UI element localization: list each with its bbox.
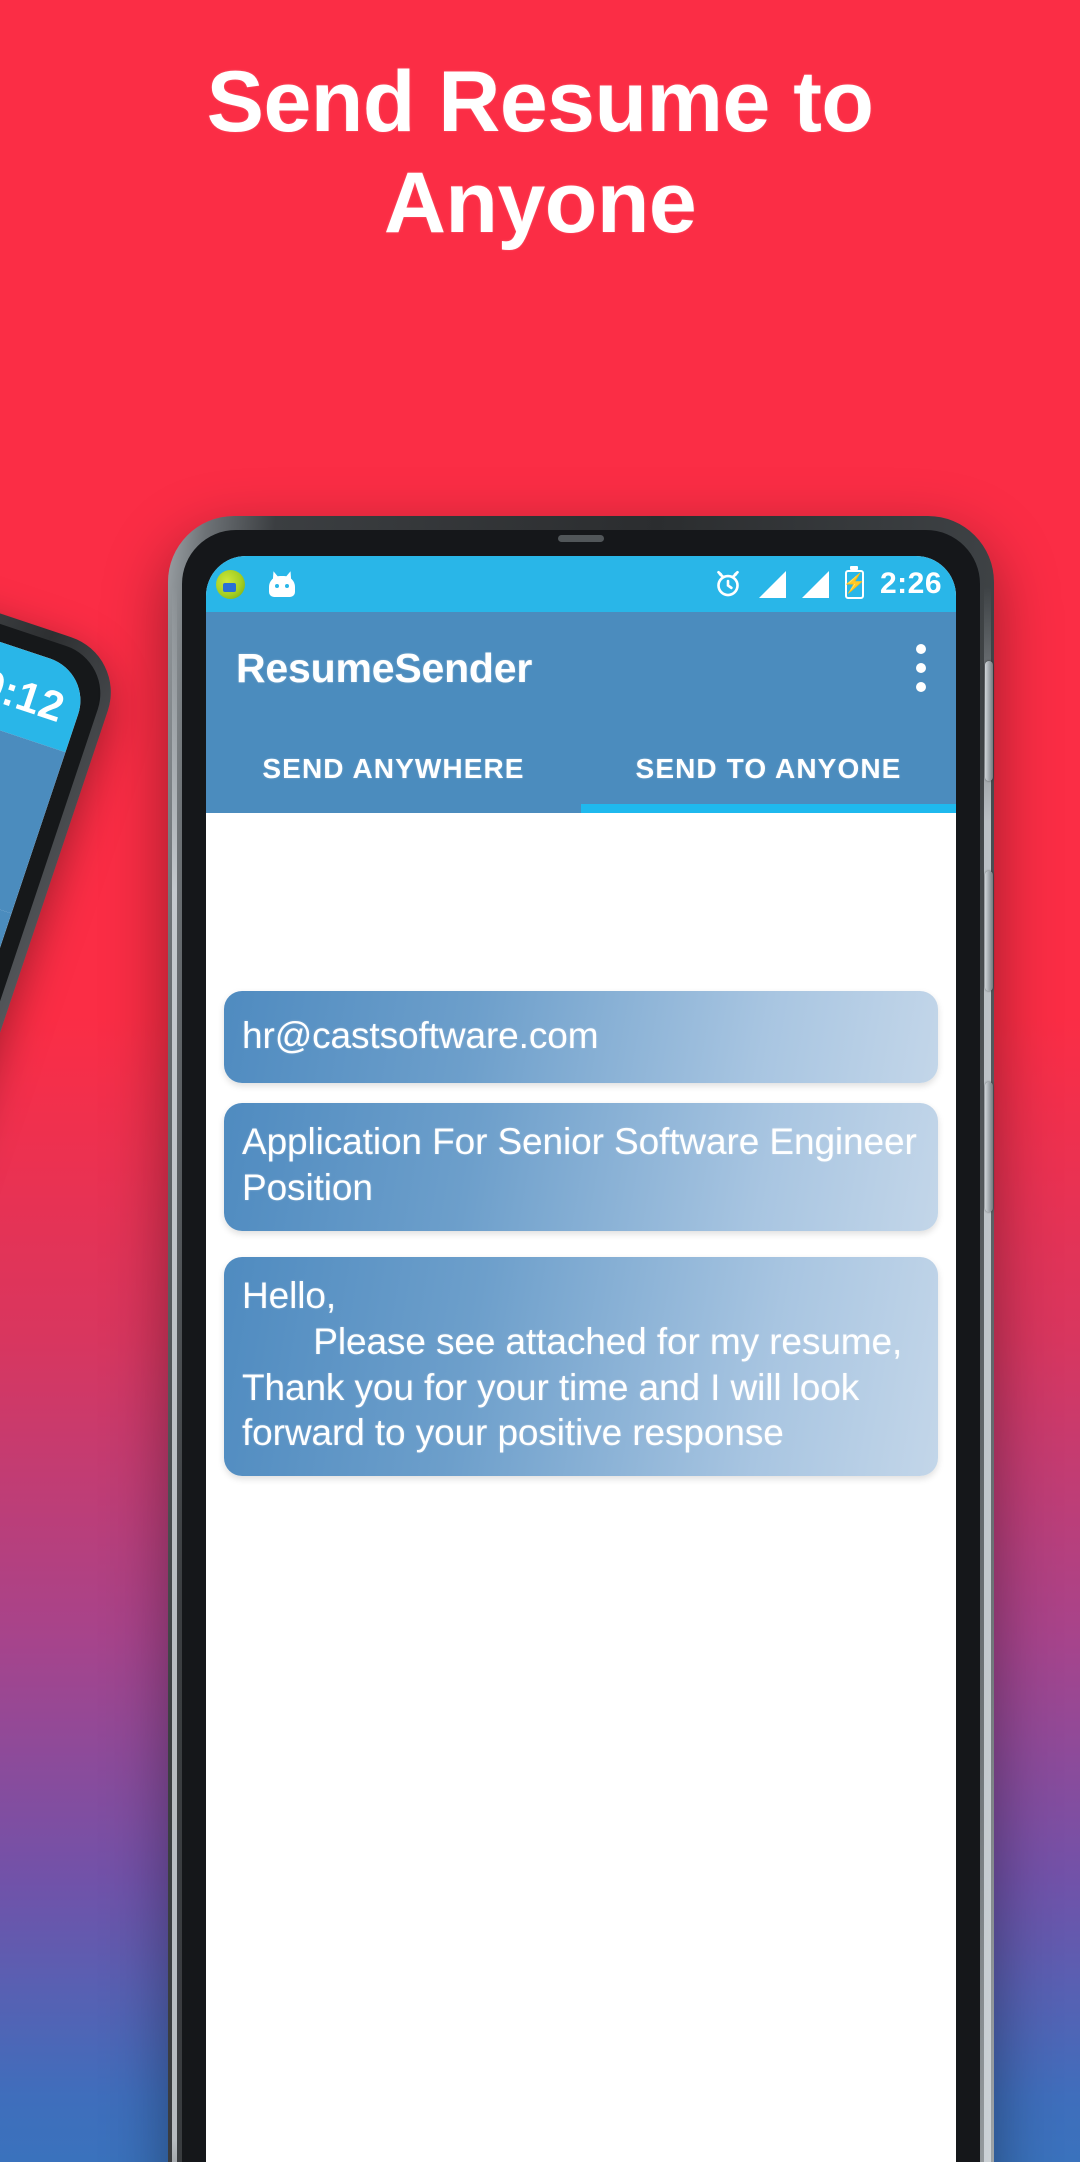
volume-up-button[interactable] (985, 661, 993, 781)
tab-send-anywhere[interactable]: SEND ANYWHERE (206, 724, 581, 813)
tab-send-to-anyone[interactable]: SEND TO ANYONE (581, 724, 956, 813)
status-bar-right-icons: ⚡ 2:26 (713, 567, 942, 601)
android-robot-icon (267, 570, 297, 597)
app-title: ResumeSender (236, 644, 533, 691)
status-bar: ⚡ 2:26 (206, 556, 956, 612)
power-button[interactable] (985, 1082, 993, 1212)
subject-input[interactable]: Application For Senior Software Engineer… (224, 1103, 938, 1231)
secondary-phone-bezel: 9:12 (0, 573, 114, 2162)
app-bar: ResumeSender (206, 612, 956, 724)
secondary-phone-screen: 9:12 (0, 594, 93, 2162)
app-notification-icon (216, 569, 245, 599)
active-tab-indicator (581, 804, 956, 813)
phone-bezel: ⚡ 2:26 ResumeSender SEND ANYWHERE SEND T… (182, 530, 980, 2162)
overflow-menu-icon[interactable] (916, 644, 928, 692)
battery-charging-icon: ⚡ (843, 569, 866, 599)
secondary-status-bar: 9:12 (0, 594, 93, 753)
signal-strength-icon (801, 570, 829, 598)
phone-frame: ⚡ 2:26 ResumeSender SEND ANYWHERE SEND T… (168, 516, 994, 2162)
promo-headline: Send Resume to Anyone (206, 54, 874, 252)
secondary-phone-frame: 9:12 (0, 560, 127, 2162)
alarm-clock-icon (713, 569, 743, 599)
message-body-input[interactable]: Hello, Please see attached for my resume… (224, 1256, 938, 1477)
status-bar-left-icons (216, 569, 297, 599)
signal-strength-icon (758, 570, 786, 598)
volume-down-button[interactable] (985, 871, 993, 991)
phone-screen: ⚡ 2:26 ResumeSender SEND ANYWHERE SEND T… (206, 556, 956, 2162)
primary-phone-mockup: ⚡ 2:26 ResumeSender SEND ANYWHERE SEND T… (168, 516, 994, 2162)
secondary-phone-mockup: 9:12 (0, 560, 127, 2162)
status-bar-clock: 2:26 (879, 567, 942, 600)
phone-frame-right-highlight (984, 586, 991, 2162)
tab-strip: SEND ANYWHERE SEND TO ANYONE (206, 724, 956, 813)
recipient-email-input[interactable]: hr@castsoftware.com (224, 991, 938, 1083)
phone-frame-left-highlight (172, 586, 177, 2162)
content-area: hr@castsoftware.com Application For Seni… (206, 813, 956, 2162)
promo-screenshot-root: Send Resume to Anyone 9:12 ⚡ 2:26 Resume… (0, 0, 1080, 2162)
earpiece-speaker (558, 535, 604, 542)
secondary-status-bar-clock: 9:12 (0, 659, 71, 732)
